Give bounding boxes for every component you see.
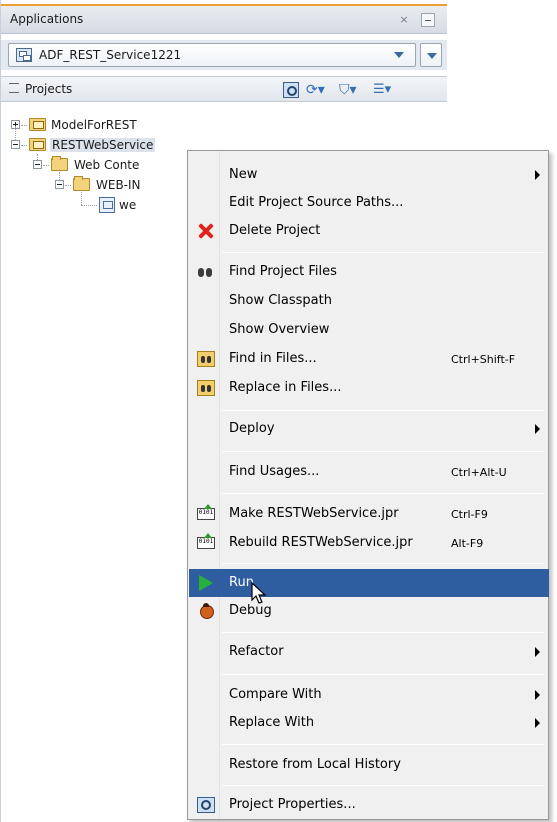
menu-separator bbox=[222, 674, 544, 675]
submenu-arrow-icon bbox=[535, 718, 540, 728]
menu-item-shortcut: Ctrl+Alt-U bbox=[451, 466, 507, 479]
menu-item-label: Replace With bbox=[229, 715, 315, 730]
menu-item-label: Find Project Files bbox=[229, 264, 337, 279]
debug-icon bbox=[197, 603, 215, 619]
menu-item-label: Refactor bbox=[229, 644, 284, 659]
project-properties-icon bbox=[197, 797, 215, 813]
application-selector-row: ADF_REST_Service1221 bbox=[1, 40, 447, 70]
menu-item-label: Rebuild RESTWebService.jpr bbox=[229, 535, 413, 550]
menu-item-debug[interactable]: Debug bbox=[189, 597, 549, 625]
menu-item-label: Compare With bbox=[229, 687, 322, 702]
menu-item-label: Replace in Files... bbox=[229, 380, 342, 395]
application-menu-button[interactable] bbox=[420, 43, 442, 67]
tree-node-web-content[interactable]: Web Conte bbox=[1, 156, 201, 176]
menu-separator bbox=[222, 493, 544, 494]
submenu-arrow-icon bbox=[535, 690, 540, 700]
menu-item-show-classpath[interactable]: Show Classpath bbox=[189, 287, 549, 315]
chevron-down-icon[interactable] bbox=[394, 52, 404, 58]
tree-node-label: RESTWebService bbox=[50, 138, 156, 152]
folder-icon bbox=[51, 156, 68, 171]
menu-item-label: Make RESTWebService.jpr bbox=[229, 506, 399, 521]
menu-item-deploy[interactable]: Deploy bbox=[189, 415, 549, 443]
menu-item-shortcut: Ctrl+Shift-F bbox=[451, 353, 516, 366]
application-dropdown[interactable]: ADF_REST_Service1221 bbox=[8, 43, 416, 67]
replace-in-files-icon bbox=[197, 380, 215, 396]
tree-node-web-xml[interactable]: we bbox=[1, 192, 201, 216]
menu-item-refactor[interactable]: Refactor bbox=[189, 638, 549, 666]
menu-item-find-usages[interactable]: Find Usages... Ctrl+Alt-U bbox=[189, 458, 549, 486]
delete-icon bbox=[197, 223, 215, 239]
menu-item-label: Project Properties... bbox=[229, 797, 356, 812]
make-icon: 0101 bbox=[197, 504, 215, 520]
menu-item-shortcut: Alt-F9 bbox=[451, 537, 484, 550]
find-icon[interactable] bbox=[283, 82, 299, 98]
tree-node-label: ModelForREST bbox=[51, 118, 137, 132]
application-name: ADF_REST_Service1221 bbox=[39, 48, 182, 62]
menu-item-label: Delete Project bbox=[229, 223, 321, 238]
applications-header: Applications × bbox=[1, 4, 447, 34]
find-in-files-icon bbox=[197, 351, 215, 367]
sync-icon[interactable]: ⟳▾ bbox=[306, 82, 328, 98]
project-folder-icon bbox=[29, 138, 46, 151]
menu-item-label: Show Overview bbox=[229, 322, 330, 337]
menu-item-label: Show Classpath bbox=[229, 293, 332, 308]
submenu-arrow-icon bbox=[535, 424, 540, 434]
submenu-arrow-icon bbox=[535, 647, 540, 657]
submenu-arrow-icon bbox=[535, 170, 540, 180]
menu-item-rebuild[interactable]: 0101 Rebuild RESTWebService.jpr Alt-F9 bbox=[189, 529, 549, 557]
folder-icon bbox=[73, 176, 90, 191]
menu-separator bbox=[222, 632, 544, 633]
menu-separator bbox=[222, 563, 544, 564]
close-icon[interactable]: × bbox=[397, 13, 411, 27]
menu-item-find-project-files[interactable]: Find Project Files bbox=[189, 258, 549, 286]
menu-item-label: Find Usages... bbox=[229, 464, 320, 479]
menu-item-replace-with[interactable]: Replace With bbox=[189, 709, 549, 737]
menu-item-compare-with[interactable]: Compare With bbox=[189, 681, 549, 709]
tree-node-modelforrest[interactable]: ModelForREST bbox=[1, 116, 201, 136]
menu-item-show-overview[interactable]: Show Overview bbox=[189, 316, 549, 344]
project-folder-icon bbox=[29, 118, 46, 131]
menu-item-run[interactable]: Run bbox=[189, 569, 549, 597]
tree-node-web-inf[interactable]: WEB-IN bbox=[1, 172, 201, 196]
collapse-icon[interactable] bbox=[33, 160, 42, 169]
menu-item-project-properties[interactable]: Project Properties... bbox=[189, 791, 549, 819]
tree-node-label: WEB-IN bbox=[96, 178, 141, 192]
web-file-icon bbox=[99, 197, 115, 213]
projects-panel-header: Projects ⟳▾ ⛉▾ ☰▾ bbox=[1, 76, 447, 102]
menu-item-label: Restore from Local History bbox=[229, 757, 401, 772]
menu-item-restore-local-history[interactable]: Restore from Local History bbox=[189, 751, 549, 779]
projects-title: Projects bbox=[25, 82, 73, 96]
application-icon bbox=[16, 48, 32, 62]
menu-item-replace-in-files[interactable]: Replace in Files... bbox=[189, 374, 549, 402]
menu-item-shortcut: Ctrl-F9 bbox=[451, 508, 488, 521]
collapse-icon[interactable] bbox=[11, 140, 20, 149]
menu-item-label: Find in Files... bbox=[229, 351, 317, 366]
menu-separator bbox=[222, 744, 544, 745]
minimize-icon[interactable] bbox=[421, 13, 435, 27]
rebuild-icon: 0101 bbox=[197, 533, 215, 549]
menu-item-label: Edit Project Source Paths... bbox=[229, 195, 404, 210]
menu-separator bbox=[222, 252, 544, 253]
menu-item-find-in-files[interactable]: Find in Files... Ctrl+Shift-F bbox=[189, 345, 549, 373]
collapse-panel-icon[interactable] bbox=[9, 83, 19, 93]
menu-separator bbox=[222, 410, 544, 411]
layout-icon[interactable]: ☰▾ bbox=[373, 82, 403, 98]
menu-item-label: New bbox=[229, 167, 258, 182]
menu-item-delete-project[interactable]: Delete Project bbox=[189, 217, 549, 245]
tree-node-label: Web Conte bbox=[74, 158, 140, 172]
menu-item-edit-project-source-paths[interactable]: Edit Project Source Paths... bbox=[189, 189, 549, 217]
menu-item-new[interactable]: New bbox=[189, 161, 549, 189]
applications-title: Applications bbox=[10, 12, 84, 26]
run-icon bbox=[197, 575, 215, 591]
menu-separator bbox=[222, 785, 544, 786]
menu-separator bbox=[222, 451, 544, 452]
project-context-menu: New Edit Project Source Paths... Delete … bbox=[187, 150, 549, 820]
menu-item-label: Deploy bbox=[229, 421, 275, 436]
collapse-icon[interactable] bbox=[55, 180, 64, 189]
menu-item-make[interactable]: 0101 Make RESTWebService.jpr Ctrl-F9 bbox=[189, 500, 549, 528]
binoculars-icon bbox=[197, 264, 215, 280]
tree-node-label: we bbox=[119, 198, 137, 212]
filter-icon[interactable]: ⛉▾ bbox=[339, 82, 361, 98]
